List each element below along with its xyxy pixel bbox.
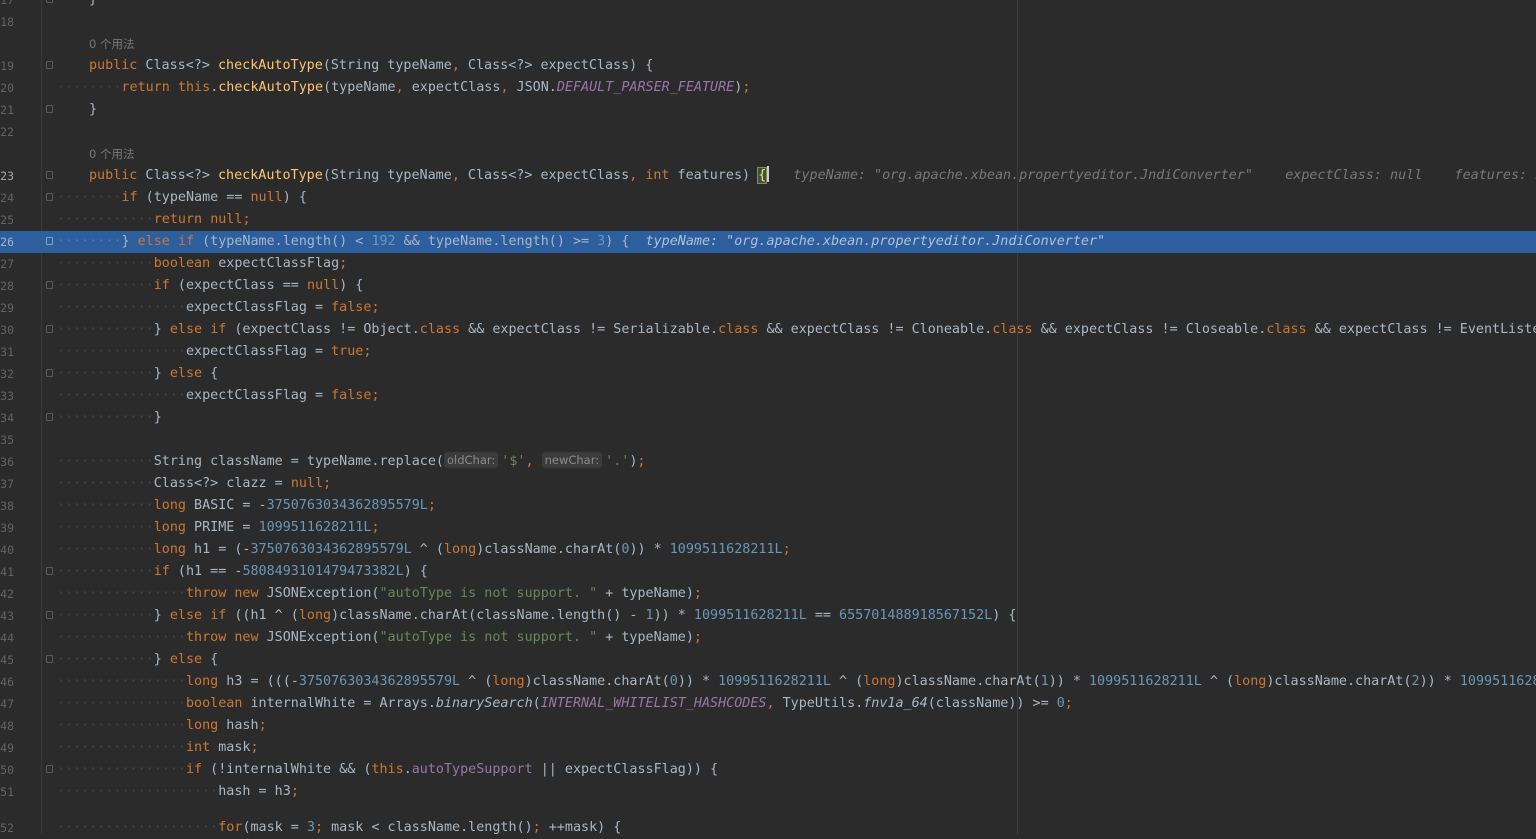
line-number[interactable]: 45 xyxy=(0,649,14,671)
line-number[interactable]: 42 xyxy=(0,583,14,605)
code-line[interactable]: 30 ············} else if (expectClass != … xyxy=(0,319,1536,341)
fold-marker-icon[interactable] xyxy=(46,611,53,619)
code-line[interactable]: 38 ············long BASIC = -375076303436… xyxy=(0,495,1536,517)
code-line[interactable]: 33 ················expectClassFlag = fals… xyxy=(0,385,1536,407)
code-line[interactable]: 48 ················long hash; xyxy=(0,715,1536,737)
line-number[interactable]: 19 xyxy=(0,55,14,77)
code-line[interactable]: 52 ····················for(mask = 3; mask… xyxy=(0,817,1536,839)
line-number[interactable]: 38 xyxy=(0,495,14,517)
code-line[interactable]: 42 ················throw new JSONExceptio… xyxy=(0,583,1536,605)
line-number[interactable]: 20 xyxy=(0,77,14,99)
line-number[interactable]: 17 xyxy=(0,0,14,11)
line-number[interactable]: 48 xyxy=(0,715,14,737)
line-number[interactable]: 24 xyxy=(0,187,14,209)
line-number[interactable]: 43 xyxy=(0,605,14,627)
line-number[interactable]: 47 xyxy=(0,693,14,715)
fold-marker-icon[interactable] xyxy=(46,171,53,179)
code-line[interactable]: 22 xyxy=(0,121,1536,143)
code-line[interactable]: 19 public Class<?> checkAutoType(String t… xyxy=(0,55,1536,77)
line-number[interactable]: 25 xyxy=(0,209,14,231)
code-line[interactable]: 23 public Class<?> checkAutoType(String t… xyxy=(0,165,1536,187)
line-number[interactable]: 39 xyxy=(0,517,14,539)
line-number[interactable]: 36 xyxy=(0,451,14,473)
debug-value-hint[interactable]: typeName: "org.apache.xbean.propertyedit… xyxy=(769,168,1536,183)
code-line[interactable]: 24 ········if (typeName == null) { xyxy=(0,187,1536,209)
fold-marker-icon[interactable] xyxy=(46,61,53,69)
code-line[interactable]: 26 ········} else if (typeName.length() <… xyxy=(0,231,1536,253)
code-line[interactable]: 31 ················expectClassFlag = true… xyxy=(0,341,1536,363)
line-number[interactable]: 21 xyxy=(0,99,14,121)
code-line[interactable]: 27 ············boolean expectClassFlag; xyxy=(0,253,1536,275)
fold-marker-icon[interactable] xyxy=(46,105,53,113)
code-line[interactable]: 20 ········return this.checkAutoType(type… xyxy=(0,77,1536,99)
code-line[interactable]: 32 ············} else { xyxy=(0,363,1536,385)
code-line[interactable]: 47 ················boolean internalWhite … xyxy=(0,693,1536,715)
fold-marker-icon[interactable] xyxy=(46,413,53,421)
code-line[interactable]: 36 ············String className = typeNam… xyxy=(0,451,1536,473)
usage-hint[interactable]: 0 个用法 xyxy=(0,143,1536,165)
fold-marker-icon[interactable] xyxy=(46,0,53,3)
line-number[interactable]: 31 xyxy=(0,341,14,363)
fold-marker-icon[interactable] xyxy=(46,237,53,245)
code-line[interactable]: 34 ············} xyxy=(0,407,1536,429)
fold-marker-icon[interactable] xyxy=(46,193,53,201)
line-number[interactable]: 28 xyxy=(0,275,14,297)
line-number[interactable]: 37 xyxy=(0,473,14,495)
code-line[interactable]: 35 xyxy=(0,429,1536,451)
code-line[interactable]: 28 ············if (expectClass == null) { xyxy=(0,275,1536,297)
code-line[interactable]: 40 ············long h1 = (-37507630343628… xyxy=(0,539,1536,561)
code-line[interactable]: 43 ············} else if ((h1 ^ (long)cla… xyxy=(0,605,1536,627)
code-line[interactable]: 50 ················if (!internalWhite && … xyxy=(0,759,1536,781)
line-number[interactable]: 49 xyxy=(0,737,14,759)
code-line[interactable]: 18 xyxy=(0,11,1536,33)
code-line[interactable]: 21} xyxy=(0,99,1536,121)
fold-marker-icon[interactable] xyxy=(46,325,53,333)
fold-marker-icon[interactable] xyxy=(46,567,53,575)
line-number[interactable]: 34 xyxy=(0,407,14,429)
param-hint-newchar: newChar: xyxy=(541,452,603,468)
line-number[interactable]: 52 xyxy=(0,817,14,839)
line-number[interactable]: 44 xyxy=(0,627,14,649)
fold-marker-icon[interactable] xyxy=(46,281,53,289)
code-line[interactable]: 41 ············if (h1 == -580849310147947… xyxy=(0,561,1536,583)
code-line[interactable]: 46 ················long h3 = (((-37507630… xyxy=(0,671,1536,693)
code-line[interactable]: 29 ················expectClassFlag = fals… xyxy=(0,297,1536,319)
line-number[interactable]: 22 xyxy=(0,121,14,143)
code-line[interactable]: 17} xyxy=(0,0,1536,11)
line-number[interactable]: 29 xyxy=(0,297,14,319)
code-line[interactable]: 44 ················throw new JSONExceptio… xyxy=(0,627,1536,649)
line-number[interactable]: 30 xyxy=(0,319,14,341)
debug-value-hint[interactable]: typeName: "org.apache.xbean.propertyedit… xyxy=(629,234,1106,249)
line-number[interactable]: 51 xyxy=(0,781,14,803)
line-number[interactable]: 35 xyxy=(0,429,14,451)
code-editor[interactable]: 0 个用法 0 个用法 17}18 19public Class<?> checkAu… xyxy=(0,0,1536,835)
fold-marker-icon[interactable] xyxy=(46,655,53,663)
fold-marker-icon[interactable] xyxy=(46,369,53,377)
line-number[interactable]: 26 xyxy=(0,231,14,253)
fold-marker-icon[interactable] xyxy=(46,765,53,773)
code-line[interactable]: 45 ············} else { xyxy=(0,649,1536,671)
line-number[interactable]: 27 xyxy=(0,253,14,275)
param-hint-oldchar: oldChar: xyxy=(443,452,499,468)
line-number[interactable]: 23 xyxy=(0,165,14,187)
code-line[interactable]: 49 ················int mask; xyxy=(0,737,1536,759)
line-number[interactable]: 18 xyxy=(0,11,14,33)
line-number[interactable]: 50 xyxy=(0,759,14,781)
line-number[interactable]: 40 xyxy=(0,539,14,561)
line-number[interactable]: 46 xyxy=(0,671,14,693)
line-number[interactable]: 32 xyxy=(0,363,14,385)
code-line[interactable]: 51 ····················hash = h3; xyxy=(0,781,1536,803)
code-line[interactable]: 39 ············long PRIME = 1099511628211… xyxy=(0,517,1536,539)
code-line[interactable]: 25 ············return null; xyxy=(0,209,1536,231)
code-line[interactable]: 37 ············Class<?> clazz = null; xyxy=(0,473,1536,495)
line-number[interactable]: 41 xyxy=(0,561,14,583)
usage-hint[interactable]: 0 个用法 xyxy=(0,33,1536,55)
line-number[interactable]: 33 xyxy=(0,385,14,407)
